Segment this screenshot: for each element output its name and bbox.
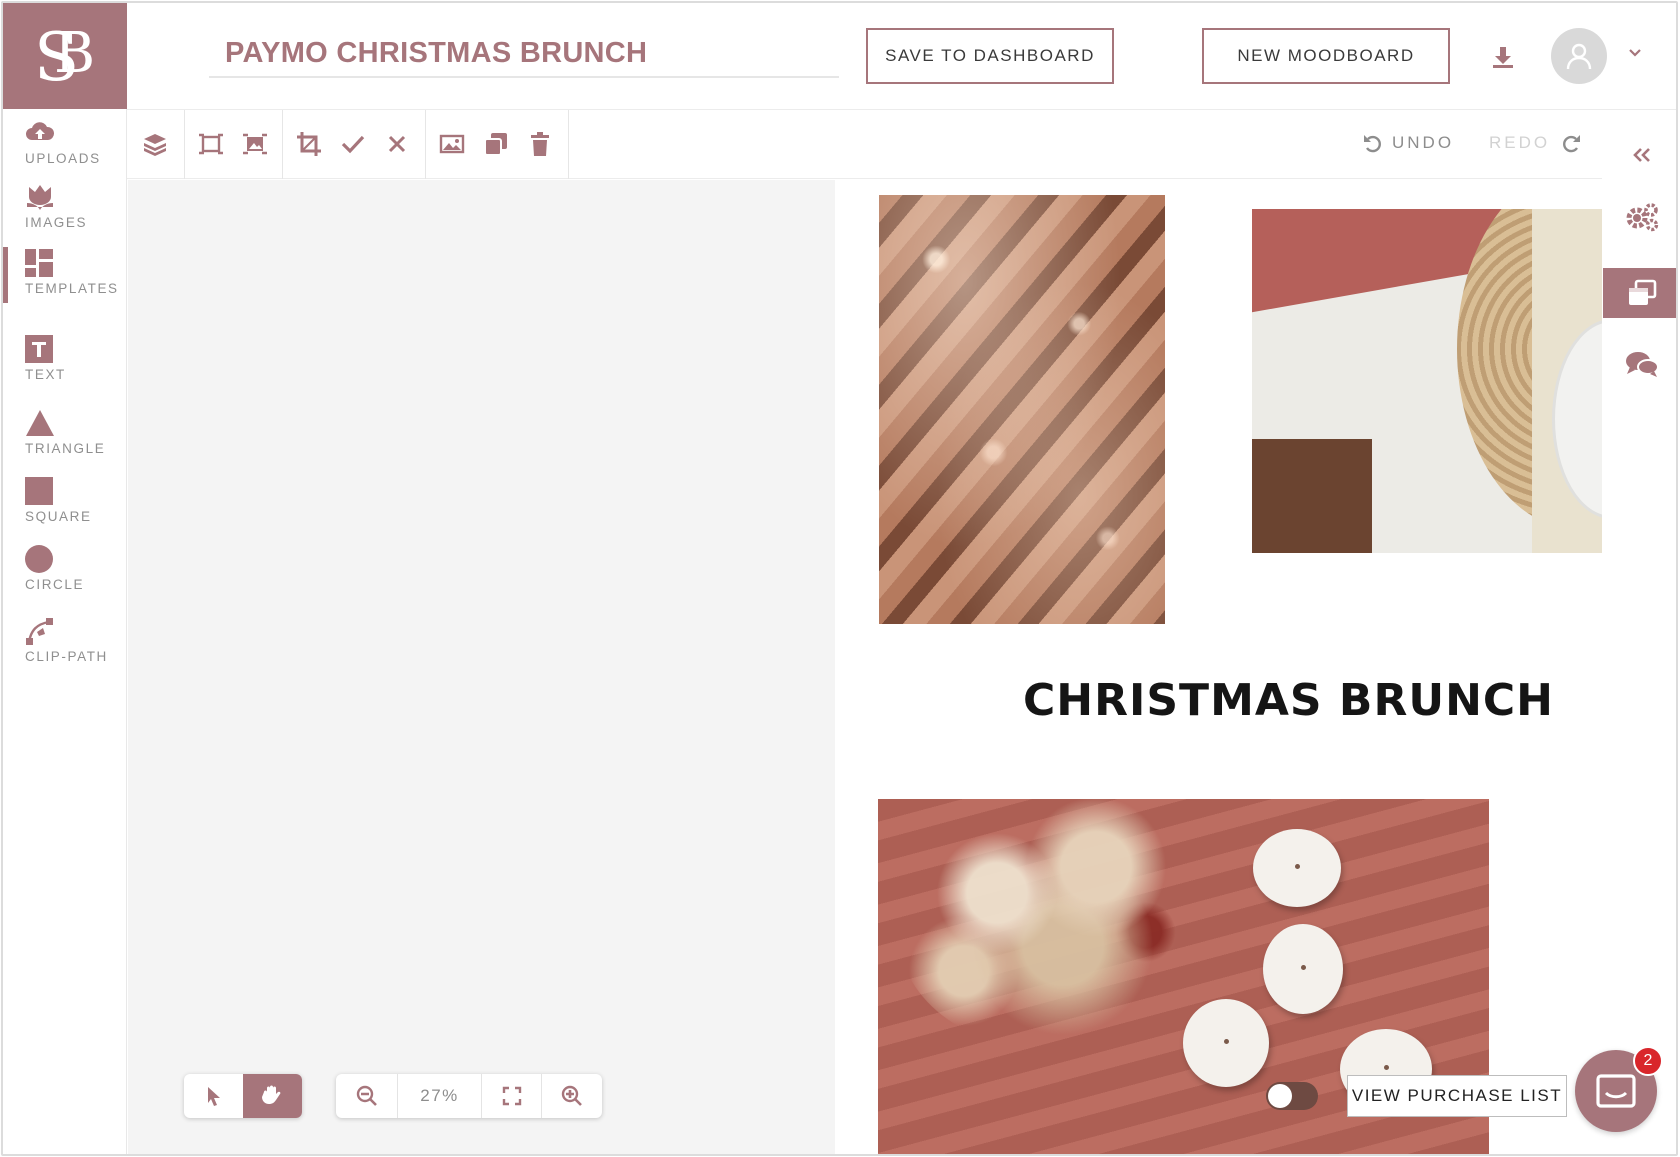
redo-icon [1563,135,1581,153]
fit-screen-button[interactable] [482,1074,542,1118]
zoom-in-button[interactable] [542,1074,602,1118]
canvas-workspace[interactable] [128,180,835,1154]
undo-button[interactable]: UNDO [1362,132,1454,154]
crop-icon[interactable] [295,130,323,158]
toolbar-group-image [426,110,569,179]
view-purchase-list-button[interactable]: VIEW PURCHASE LIST [1347,1075,1567,1117]
sidebar-item-label: TRIANGLE [25,441,106,456]
moodboard-page[interactable]: CHRISTMAS BRUNCH [835,180,1602,1154]
circle-icon [25,545,53,573]
redo-button[interactable]: REDO [1489,132,1582,154]
toolbar-group-crop [283,110,426,179]
zoom-out-icon [356,1085,377,1106]
zoom-controls: 27% [336,1074,602,1118]
select-tool-button[interactable] [184,1074,243,1118]
fit-frame-icon[interactable] [197,130,225,158]
boards-button[interactable] [1603,268,1676,318]
user-icon [1566,43,1592,70]
sidebar-item-square[interactable]: SQUARE [25,475,125,524]
square-icon [25,477,53,505]
sidebar-item-templates[interactable]: TEMPLATES [25,247,125,296]
fit-image-icon[interactable] [241,130,269,158]
sidebar-item-label: SQUARE [25,509,92,524]
project-title[interactable]: PAYMO CHRISTMAS BRUNCH [209,33,839,73]
sidebar-item-clip-path[interactable]: CLIP-PATH [25,615,125,664]
sidebar-item-label: TEXT [25,367,66,382]
pointer-icon [207,1087,220,1106]
pan-tool-button[interactable] [243,1074,302,1118]
redo-label: REDO [1489,133,1551,152]
collapse-panel-button[interactable] [1603,130,1676,180]
chat-bubbles-icon [1626,352,1659,377]
hand-icon [261,1085,280,1104]
sidebar-item-label: CLIP-PATH [25,649,108,664]
sidebar-item-label: IMAGES [25,215,88,230]
windows-stack-icon [1629,279,1657,305]
settings-button[interactable] [1603,192,1676,242]
save-to-dashboard-button[interactable]: SAVE TO DASHBOARD [866,28,1114,84]
project-title-field[interactable]: PAYMO CHRISTMAS BRUNCH [209,33,839,78]
chat-unread-badge: 2 [1633,1046,1663,1076]
sidebar-item-text[interactable]: TEXT [25,333,125,382]
sidebar-active-indicator [3,247,8,303]
sidebar-item-circle[interactable]: CIRCLE [25,543,125,592]
right-panel-rail [1603,110,1676,1154]
moodboard-heading[interactable]: CHRISTMAS BRUNCH [1023,675,1554,726]
duplicate-icon[interactable] [482,130,510,158]
purchase-list-toggle[interactable] [1266,1082,1318,1110]
zoom-in-icon [561,1085,582,1106]
cursor-mode-switch [184,1074,302,1118]
new-moodboard-button[interactable]: NEW MOODBOARD [1202,28,1450,84]
download-icon[interactable] [1489,43,1517,71]
sidebar-item-uploads[interactable]: UPLOADS [25,117,125,166]
app-window: S B PAYMO CHRISTMAS BRUNCH SAVE TO DASHB… [1,1,1678,1156]
image-icon[interactable] [438,130,466,158]
gears-icon [1626,203,1659,232]
zoom-level: 27% [398,1074,482,1118]
triangle-icon [26,410,54,436]
undo-label: UNDO [1392,133,1455,152]
user-avatar[interactable] [1551,28,1607,84]
comments-button[interactable] [1603,339,1676,389]
close-icon[interactable] [383,130,411,158]
logo-icon: S B [34,19,95,96]
tulip-icon [27,185,53,210]
editor-toolbar: UNDO REDO [127,110,1602,179]
chevron-down-icon[interactable] [1627,45,1643,61]
fullscreen-icon [502,1086,521,1106]
sidebar-item-label: CIRCLE [25,577,85,592]
chat-icon [1596,1074,1636,1108]
text-t-icon [25,335,53,363]
toolbar-group-layers [127,110,185,179]
sidebar-item-images[interactable]: IMAGES [25,181,125,230]
toolbar-group-fit [185,110,283,179]
sidebar-item-triangle[interactable]: TRIANGLE [25,407,125,456]
zoom-level-value: 27% [420,1086,459,1105]
grid-layout-icon [25,249,53,277]
sidebar-item-label: UPLOADS [25,151,101,166]
check-icon[interactable] [339,130,367,158]
trash-icon[interactable] [526,130,554,158]
double-chevron-left-icon [1633,148,1650,162]
svg-text:B: B [54,21,95,86]
sidebar-item-label: TEMPLATES [25,281,119,296]
sequin-fabric-image[interactable] [879,195,1165,624]
undo-icon [1364,135,1381,153]
cloud-upload-icon [26,122,55,140]
app-logo[interactable]: S B [3,3,127,109]
table-setting-image[interactable] [1252,209,1602,553]
zoom-out-button[interactable] [336,1074,398,1118]
bezier-pen-icon [26,618,53,645]
layers-icon[interactable] [141,130,169,158]
toggle-knob [1268,1084,1292,1108]
tool-sidebar: UPLOADS IMAGES TEMPLATES TEXT TRIANGLE S… [3,109,127,1154]
